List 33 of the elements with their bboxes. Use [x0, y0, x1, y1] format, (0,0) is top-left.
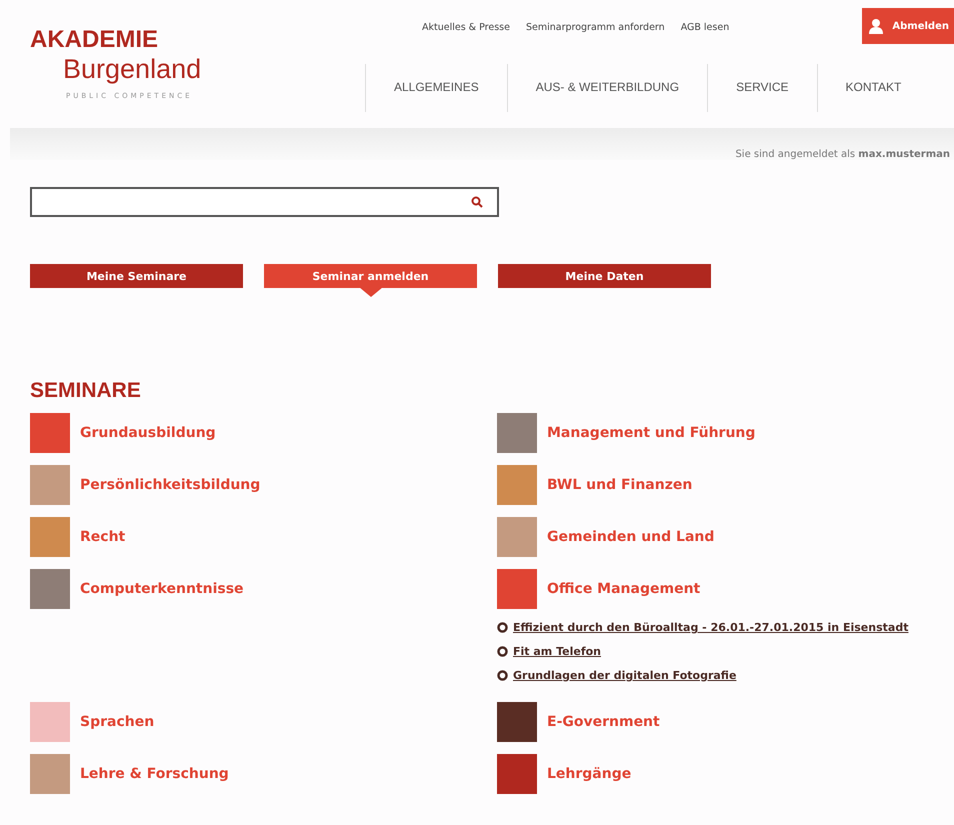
category-link[interactable]: Persönlichkeitsbildung: [80, 477, 260, 493]
category-link[interactable]: Sprachen: [80, 714, 154, 730]
nav-item[interactable]: AUS- & WEITERBILDUNG: [506, 64, 708, 112]
category-link[interactable]: Computerkenntnisse: [80, 581, 244, 597]
top-link[interactable]: Seminarprogramm anfordern: [526, 22, 665, 33]
seminar-link[interactable]: Fit am Telefon: [513, 645, 601, 658]
logo-title: AKADEMIE: [30, 26, 160, 54]
category-link[interactable]: Lehre & Forschung: [80, 766, 229, 782]
nav-item[interactable]: SERVICE: [707, 64, 817, 112]
category-link[interactable]: Recht: [80, 529, 126, 545]
seminar-link[interactable]: Effizient durch den Büroalltag - 26.01.-27.01.2015 in Eisenstadt: [513, 621, 908, 634]
tab[interactable]: Meine Seminare: [30, 264, 243, 288]
category-link[interactable]: E-Government: [547, 714, 660, 730]
pointer-icon: [358, 287, 382, 297]
section-title: SEMINARE: [30, 379, 142, 403]
category-link[interactable]: BWL und Finanzen: [547, 477, 692, 493]
user-icon: [868, 18, 884, 34]
logout-button[interactable]: Abmelden: [862, 8, 954, 44]
top-link[interactable]: AGB lesen: [680, 22, 730, 33]
seminar-link[interactable]: Grundlagen der digitalen Fotografie: [513, 669, 736, 682]
category-link[interactable]: Grundausbildung: [80, 425, 216, 441]
tab[interactable]: Meine Daten: [498, 264, 711, 288]
category-link[interactable]: Gemeinden und Land: [547, 529, 714, 545]
category-link[interactable]: Management und Führung: [547, 425, 756, 441]
login-status: Sie sind angemeldet als max.musterman: [735, 149, 950, 160]
logo-subtitle: Burgenland: [62, 54, 202, 84]
top-link[interactable]: Aktuelles & Presse: [422, 22, 510, 33]
search-field[interactable]: [30, 187, 499, 217]
search-icon[interactable]: [471, 196, 483, 208]
category-link[interactable]: Office Management: [547, 581, 700, 597]
category-link[interactable]: Lehrgänge: [547, 766, 632, 782]
nav-item[interactable]: KONTAKT: [816, 64, 930, 112]
nav-item[interactable]: ALLGEMEINES: [365, 64, 507, 112]
